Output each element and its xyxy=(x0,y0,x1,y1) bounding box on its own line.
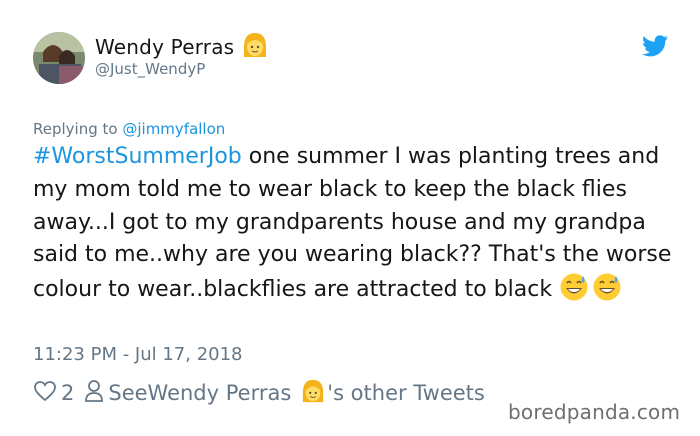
avatar-photo xyxy=(33,32,85,84)
author-handle[interactable]: @Just_WendyP xyxy=(95,60,205,78)
person-icon xyxy=(84,379,104,408)
twitter-bird-icon[interactable] xyxy=(642,35,668,57)
grinning-sweat-emoji-icon xyxy=(592,272,622,313)
see-prefix: See xyxy=(108,381,148,405)
woman-blond-hair-emoji-icon xyxy=(242,31,268,63)
tweet-timestamp[interactable]: 11:23 PM - Jul 17, 2018 xyxy=(33,344,243,365)
see-other-tweets-link[interactable]: See Wendy Perras 's other Tweets xyxy=(84,378,485,409)
like-count: 2 xyxy=(61,381,75,405)
watermark: boredpanda.com xyxy=(508,400,681,424)
name-row: Wendy Perras xyxy=(95,32,268,62)
tweet-card: Wendy Perras @Just_WendyP Replying to @j… xyxy=(0,0,700,436)
grinning-sweat-emoji-icon xyxy=(559,272,589,313)
reply-mention-link[interactable]: @jimmyfallon xyxy=(122,120,225,138)
avatar[interactable] xyxy=(33,32,85,84)
woman-blond-hair-emoji-icon xyxy=(301,378,325,409)
replying-to: Replying to @jimmyfallon xyxy=(33,120,225,138)
replying-prefix: Replying to xyxy=(33,120,118,138)
heart-icon xyxy=(33,380,57,407)
tweet-text: #WorstSummerJob one summer I was plantin… xyxy=(33,141,678,313)
hashtag-link[interactable]: #WorstSummerJob xyxy=(33,144,242,169)
author-display-name[interactable]: Wendy Perras xyxy=(95,35,234,59)
see-suffix: 's other Tweets xyxy=(327,381,485,405)
tweet-actions: 2 See Wendy Perras 's other Tweets xyxy=(33,378,485,408)
see-author-name: Wendy Perras xyxy=(147,381,292,405)
like-button[interactable]: 2 xyxy=(33,380,84,407)
